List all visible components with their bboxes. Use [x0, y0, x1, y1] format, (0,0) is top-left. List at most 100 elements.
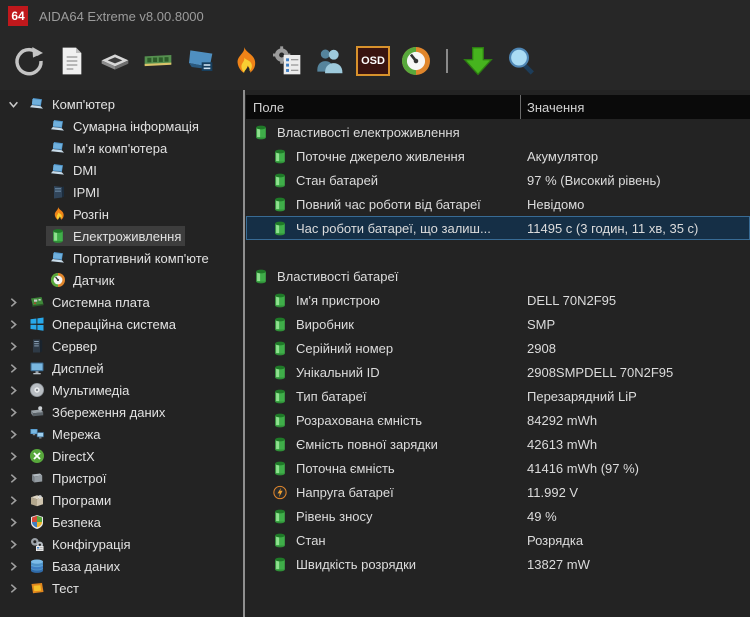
chevron-right-icon[interactable] [8, 494, 25, 506]
sidebar-item-directx[interactable]: DirectX [0, 445, 243, 467]
sidebar-item-database[interactable]: База даних [0, 555, 243, 577]
sidebar-item-os[interactable]: Операційна система [0, 313, 243, 335]
table-row[interactable]: Тип батареї Перезарядний LiP [246, 384, 750, 408]
table-row[interactable]: Виробник SMP [246, 312, 750, 336]
burn-button[interactable] [227, 44, 261, 78]
chevron-right-icon[interactable] [8, 362, 25, 374]
chevron-right-icon[interactable] [8, 318, 25, 330]
report-button[interactable] [55, 44, 89, 78]
chevron-right-icon[interactable] [8, 340, 25, 352]
table-row[interactable]: Ім'я пристрою DELL 70N2F95 [246, 288, 750, 312]
sidebar-item-summary[interactable]: Сумарна інформація [0, 115, 243, 137]
sidebar-item-programs[interactable]: Програми [0, 489, 243, 511]
gauge-icon [50, 272, 66, 288]
table-row[interactable]: Стан Розрядка [246, 528, 750, 552]
security-icon [29, 514, 45, 530]
users-button[interactable] [313, 44, 347, 78]
chevron-right-icon[interactable] [8, 516, 25, 528]
sidebar-item-content: Сумарна інформація [46, 116, 203, 136]
table-row[interactable]: Повний час роботи від батареї Невідомо [246, 192, 750, 216]
toolbar-separator [446, 49, 448, 73]
chevron-right-icon[interactable] [8, 384, 25, 396]
chevron-right-icon[interactable] [8, 472, 25, 484]
table-row[interactable]: Серійний номер 2908 [246, 336, 750, 360]
cpu-icon [99, 45, 131, 77]
sidebar-item-test[interactable]: Тест [0, 577, 243, 599]
table-row[interactable]: Стан батарей 97 % (Високий рівень) [246, 168, 750, 192]
update-button[interactable] [461, 44, 495, 78]
preferences-button[interactable] [270, 44, 304, 78]
battery-icon [273, 316, 287, 333]
sidebar-item-label: Безпека [52, 514, 101, 530]
chevron-right-icon[interactable] [8, 450, 25, 462]
battery-icon [273, 388, 287, 405]
sidebar-item-label: Мультимедіа [52, 382, 130, 398]
table-section-row[interactable]: Властивості електроживлення [246, 120, 750, 144]
table-section-row[interactable]: Властивості батареї [246, 264, 750, 288]
table-row[interactable]: Розрахована ємність 84292 mWh [246, 408, 750, 432]
sidebar-item-overclock[interactable]: Розгін [0, 203, 243, 225]
sidebar-item-network[interactable]: Мережа [0, 423, 243, 445]
database-icon [29, 558, 45, 574]
gauge-button[interactable] [399, 44, 433, 78]
chevron-right-icon[interactable] [8, 428, 25, 440]
sidebar-item-label: DMI [73, 162, 97, 178]
field-cell: Стан [296, 532, 326, 548]
chevron-right-icon[interactable] [8, 296, 25, 308]
sidebar-item-computer[interactable]: Комп'ютер [0, 93, 243, 115]
chevron-down-icon[interactable] [8, 98, 25, 110]
laptop-icon [50, 140, 66, 156]
sidebar-item-content: Розгін [46, 204, 113, 224]
table-row[interactable]: Ємність повної зарядки 42613 mWh [246, 432, 750, 456]
table-row[interactable]: Рівень зносу 49 % [246, 504, 750, 528]
sidebar-item-computer-name[interactable]: Ім'я комп'ютера [0, 137, 243, 159]
sidebar-item-portable[interactable]: Портативний комп'юте [0, 247, 243, 269]
chevron-right-icon[interactable] [8, 538, 25, 550]
memory-button[interactable] [141, 44, 175, 78]
sidebar-item-label: Тест [52, 580, 79, 596]
osd-button[interactable]: OSD [356, 44, 390, 78]
sidebar-item-server[interactable]: Сервер [0, 335, 243, 357]
chevron-right-icon[interactable] [8, 560, 25, 572]
sidebar-item-content: Програми [25, 490, 115, 510]
sidebar-item-dmi[interactable]: DMI [0, 159, 243, 181]
refresh-button[interactable] [12, 44, 46, 78]
sidebar-item-ipmi[interactable]: IPMI [0, 181, 243, 203]
sidebar-item-storage[interactable]: Збереження даних [0, 401, 243, 423]
sidebar-item-sensor[interactable]: Датчик [0, 269, 243, 291]
sidebar-item-multimedia[interactable]: Мультимедіа [0, 379, 243, 401]
battery-icon [254, 124, 268, 141]
row-spacer [246, 240, 750, 264]
battery-icon [254, 268, 268, 285]
battery-icon [50, 228, 66, 244]
column-header-value[interactable]: Значення [520, 95, 750, 119]
table-row[interactable]: Унікальний ID 2908SMPDELL 70N2F95 [246, 360, 750, 384]
sidebar-item-security[interactable]: Безпека [0, 511, 243, 533]
column-header-field[interactable]: Поле [253, 95, 284, 119]
table-row[interactable]: Поточна ємність 41416 mWh (97 %) [246, 456, 750, 480]
sidebar-item-display[interactable]: Дисплей [0, 357, 243, 379]
table-row[interactable]: Поточне джерело живлення Акумулятор [246, 144, 750, 168]
sidebar-item-motherboard[interactable]: Системна плата [0, 291, 243, 313]
battery-icon [273, 220, 287, 237]
battery-icon [273, 532, 287, 549]
cpu-button[interactable] [98, 44, 132, 78]
table-row[interactable]: Швидкість розрядки 13827 mW [246, 552, 750, 576]
sidebar-item-power[interactable]: Електроживлення [0, 225, 243, 247]
sidebar-item-devices[interactable]: Пристрої [0, 467, 243, 489]
field-cell: Властивості батареї [277, 268, 399, 284]
chevron-right-icon[interactable] [8, 582, 25, 594]
value-cell: Невідомо [527, 196, 585, 212]
sidebar-item-config[interactable]: Конфігурація [0, 533, 243, 555]
laptop-icon [29, 96, 45, 112]
table-row[interactable]: Напруга батареї 11.992 V [246, 480, 750, 504]
video-button[interactable] [184, 44, 218, 78]
chevron-right-icon[interactable] [8, 406, 25, 418]
battery-icon [273, 508, 287, 525]
laptop-icon [50, 118, 66, 134]
search-button[interactable] [504, 44, 538, 78]
battery-icon [273, 436, 287, 453]
table-row[interactable]: Час роботи батареї, що залиш... 11495 с (… [246, 216, 750, 240]
field-cell: Швидкість розрядки [296, 556, 417, 572]
refresh-icon [13, 45, 45, 77]
